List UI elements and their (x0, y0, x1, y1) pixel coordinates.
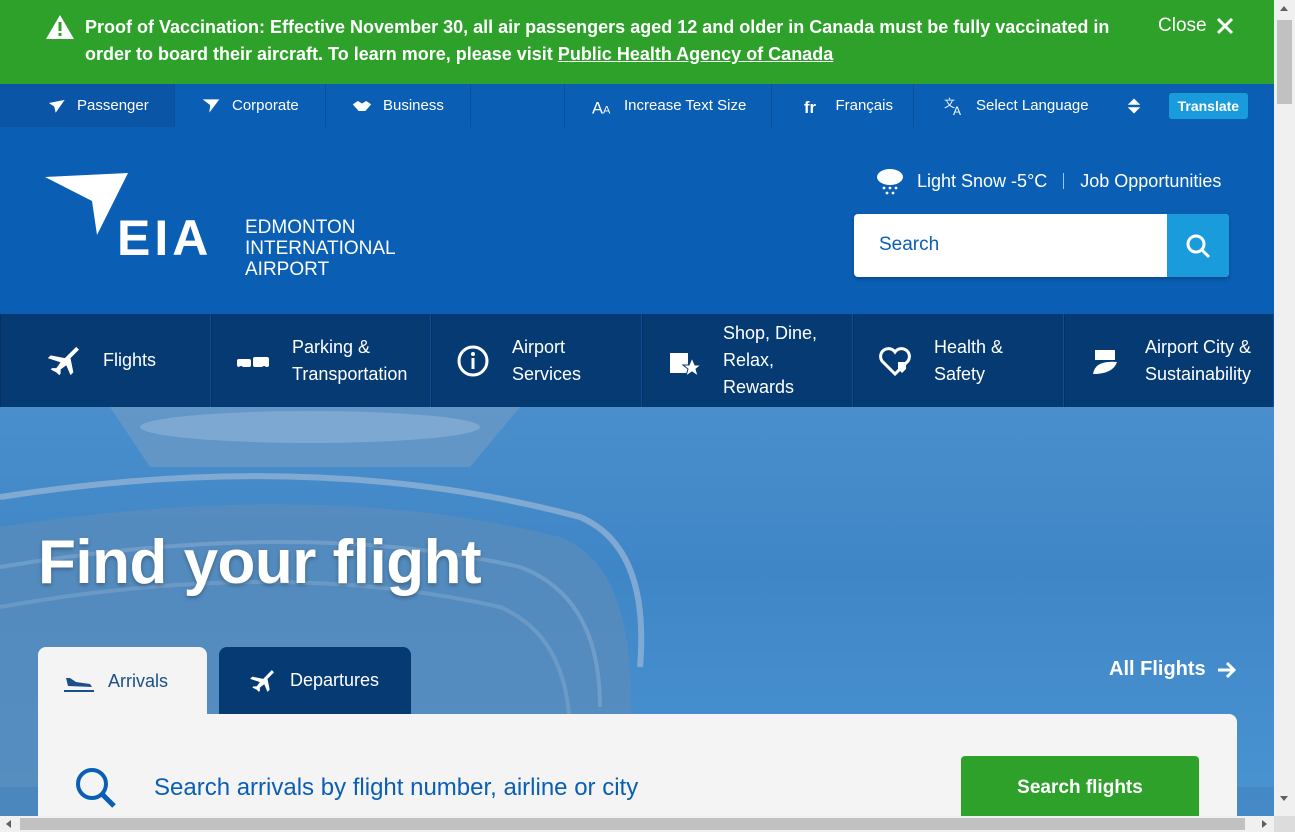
audience-business[interactable]: Business (326, 84, 471, 127)
nav-label: Airport Services (512, 336, 582, 384)
vertical-scrollbar[interactable] (1274, 0, 1295, 816)
francais-label: Français (835, 97, 893, 114)
cars-icon (237, 356, 269, 370)
close-icon (1216, 17, 1233, 35)
alert-message: Proof of Vaccination: Effective November… (85, 14, 1135, 68)
svg-text:AIRPORT: AIRPORT (245, 259, 330, 280)
nav-label: Health & Safety (934, 336, 1004, 384)
scrollbar-thumb[interactable] (1277, 20, 1292, 104)
leaf-building-icon (1093, 349, 1117, 374)
snow-cloud-icon (877, 169, 903, 195)
scroll-right-icon[interactable] (1262, 820, 1267, 828)
all-flights-label: All Flights (1109, 658, 1206, 680)
text-size-label: Increase Text Size (624, 97, 747, 114)
tab-label: Arrivals (108, 670, 169, 691)
close-alert-button[interactable]: Close (1158, 15, 1235, 37)
arrow-right-icon (1217, 661, 1236, 678)
svg-text:A: A (603, 104, 611, 116)
audience-corporate[interactable]: Corporate (175, 84, 326, 127)
close-label: Close (1158, 15, 1207, 36)
translate-icon: 文A (944, 96, 961, 116)
plane-icon (250, 669, 274, 692)
plane-icon (47, 346, 79, 375)
scroll-down-icon[interactable] (1280, 796, 1288, 801)
plane-landing-icon (64, 678, 94, 692)
translate-button[interactable]: Translate (1168, 92, 1249, 119)
language-select-label: Select Language (976, 97, 1089, 114)
site-search: Search (854, 214, 1229, 277)
flight-search-input[interactable]: Search arrivals by flight number, airlin… (154, 774, 638, 802)
eia-logo[interactable]: EIA EDMONTON INTERNATIONAL AIRPORT (45, 173, 425, 283)
paper-plane-icon (202, 98, 220, 113)
language-selector[interactable]: 文A Select Language Translate (914, 84, 1274, 127)
svg-text:fr: fr (804, 97, 817, 115)
svg-text:INTERNATIONAL: INTERNATIONAL (245, 238, 396, 259)
main-nav: Flights Parking & Transportation Airport… (0, 314, 1274, 407)
francais-link[interactable]: fr Français (772, 84, 914, 127)
job-opportunities-link[interactable]: Job Opportunities (1080, 171, 1221, 192)
tab-departures[interactable]: Departures (219, 647, 411, 714)
increase-text-size-button[interactable]: AA Increase Text Size (565, 84, 772, 127)
heart-shield-icon (879, 346, 911, 376)
search-input[interactable]: Search (879, 234, 939, 256)
search-button[interactable] (1167, 214, 1229, 277)
nav-label: Airport City & Sustainability (1145, 336, 1252, 384)
svg-text:A: A (592, 99, 603, 116)
site-header: EIA EDMONTON INTERNATIONAL AIRPORT Light… (0, 127, 1274, 314)
nav-label: Parking & Transportation (292, 336, 408, 384)
audience-passenger[interactable]: Passenger (0, 84, 175, 127)
french-language-icon: fr (804, 97, 817, 115)
scrollbar-corner (1274, 816, 1295, 832)
horizontal-scrollbar[interactable] (0, 816, 1274, 832)
scrollbar-thumb[interactable] (20, 818, 1245, 830)
select-arrows-icon (1127, 98, 1140, 113)
audience-label: Corporate (232, 97, 299, 114)
flight-search-panel: Search arrivals by flight number, airlin… (38, 714, 1237, 817)
warning-icon (46, 15, 74, 39)
svg-text:EIA: EIA (117, 210, 212, 266)
tab-label: Departures (290, 670, 380, 690)
nav-airport-services[interactable]: Airport Services (431, 314, 642, 407)
nav-health-safety[interactable]: Health & Safety (853, 314, 1064, 407)
audience-label: Business (383, 97, 444, 114)
all-flights-link[interactable]: All Flights (1109, 658, 1238, 681)
utility-bar: Passenger Corporate Business AA Increase… (0, 84, 1274, 127)
flight-search-hero: Find your flight Arrivals Departures All… (0, 407, 1274, 817)
search-icon (76, 768, 116, 808)
public-health-link[interactable]: Public Health Agency of Canada (558, 44, 833, 64)
tab-arrivals[interactable]: Arrivals (38, 647, 207, 715)
scroll-left-icon[interactable] (6, 820, 11, 828)
nav-parking-transportation[interactable]: Parking & Transportation (211, 314, 431, 407)
audience-label: Passenger (77, 97, 149, 114)
svg-text:EDMONTON: EDMONTON (245, 217, 355, 238)
divider (1063, 173, 1065, 189)
weather-text: Light Snow -5°C (917, 170, 1048, 191)
search-icon (1186, 234, 1211, 258)
nav-label: Shop, Dine, Relax, Rewards (723, 323, 818, 397)
search-flights-button[interactable]: Search flights (961, 756, 1199, 817)
nav-airport-city[interactable]: Airport City & Sustainability (1064, 314, 1274, 407)
weather-widget: Light Snow -5°C Job Opportunities (875, 165, 1221, 197)
vaccination-alert: Proof of Vaccination: Effective November… (0, 0, 1274, 84)
hero-title: Find your flight (38, 528, 482, 597)
nav-flights[interactable]: Flights (0, 314, 211, 407)
shopping-bag-star-icon (670, 352, 701, 377)
plane-icon (48, 99, 65, 113)
info-icon (457, 345, 489, 376)
nav-label: Flights (103, 350, 157, 370)
scroll-up-icon[interactable] (1280, 6, 1288, 11)
text-size-icon: AA (592, 99, 611, 116)
handshake-icon (352, 100, 372, 111)
nav-shop-dine[interactable]: Shop, Dine, Relax, Rewards (642, 314, 853, 407)
utility-spacer (471, 84, 565, 127)
svg-text:A: A (953, 104, 961, 116)
